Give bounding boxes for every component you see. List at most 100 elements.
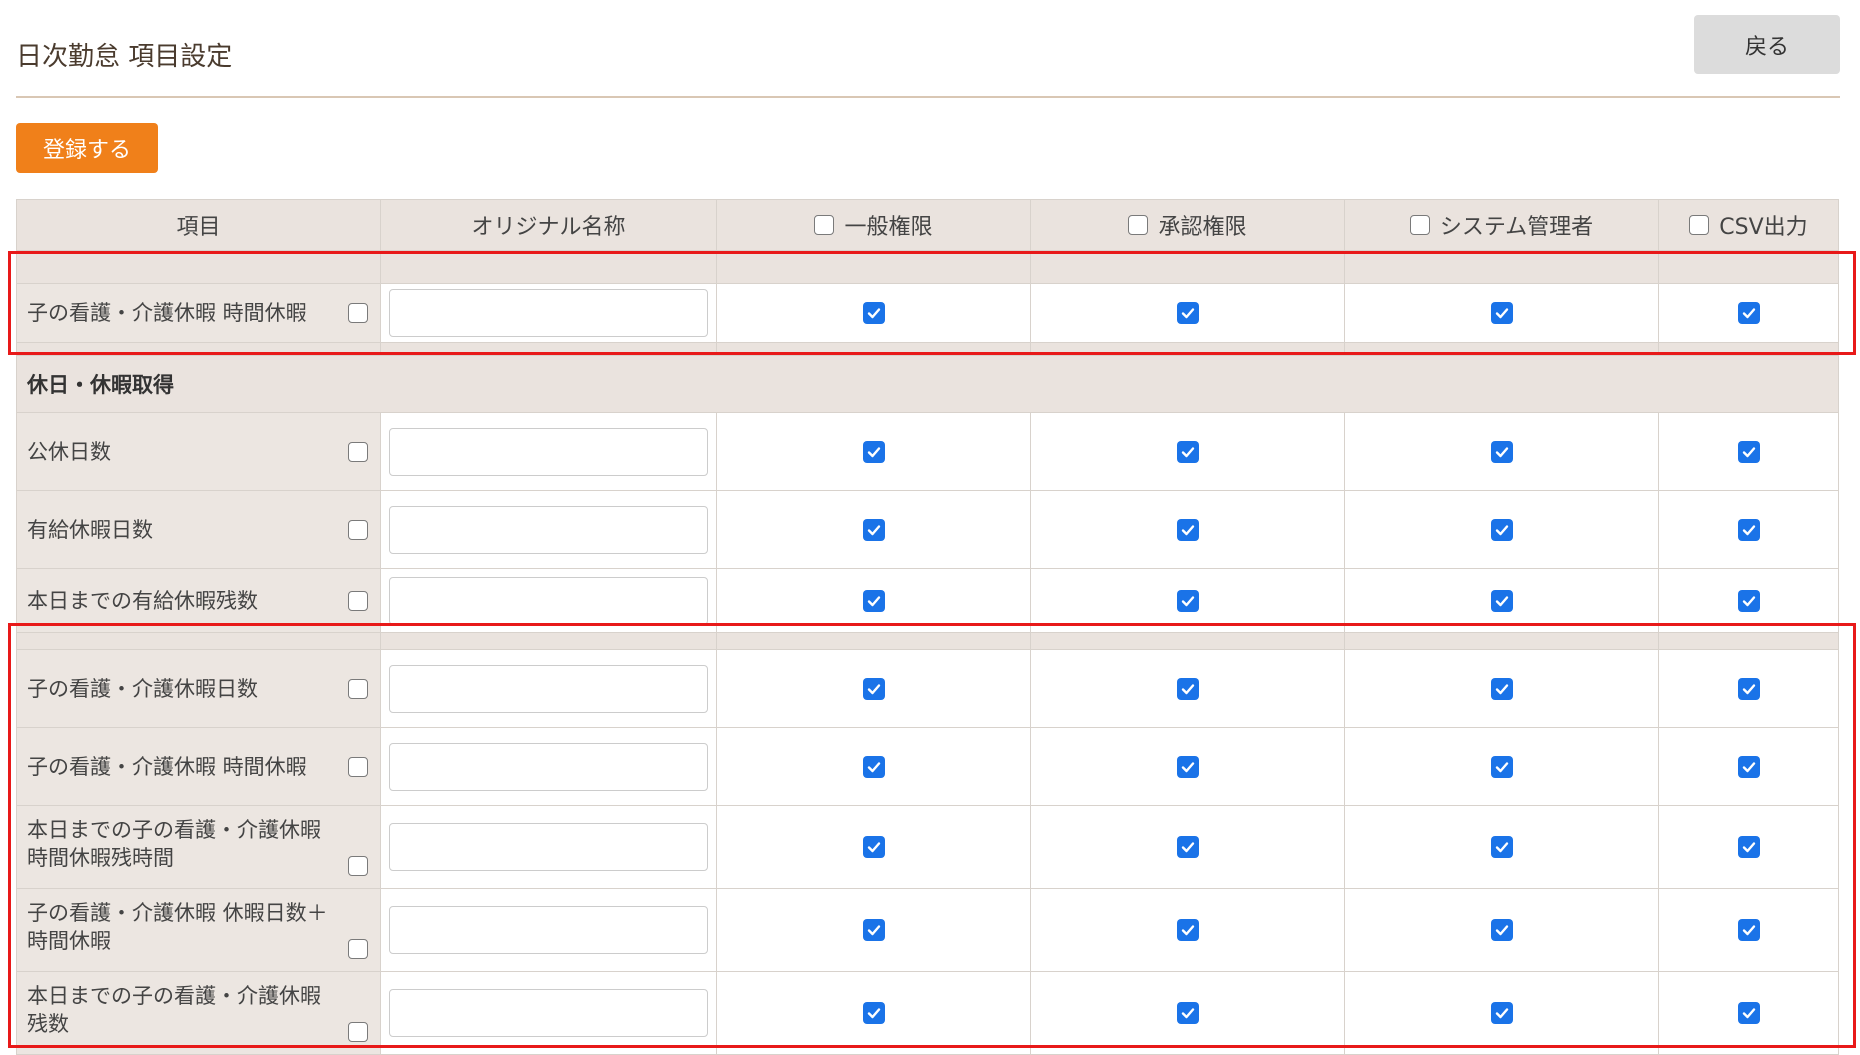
approval-checkbox[interactable] (1176, 440, 1199, 463)
table-row: 子の看護・介護休暇 時間休暇 (16, 728, 1839, 806)
original-name-input[interactable] (389, 664, 708, 713)
system-admin-checkbox[interactable] (1490, 302, 1513, 324)
check-icon (1181, 1008, 1194, 1019)
check-icon (867, 925, 880, 936)
original-name-input[interactable] (389, 289, 708, 337)
item-checkbox[interactable] (348, 303, 368, 323)
item-checkbox[interactable] (348, 1022, 368, 1042)
select-all-approval-checkbox[interactable] (1128, 215, 1149, 235)
general-checkbox[interactable] (862, 518, 885, 541)
check-icon (867, 595, 880, 606)
csv-checkbox[interactable] (1737, 755, 1760, 778)
item-label: 本日までの子の看護・介護休暇 時間休暇残時間 (27, 818, 321, 870)
original-name-input[interactable] (389, 906, 708, 954)
system-admin-checkbox[interactable] (1490, 518, 1513, 541)
item-checkbox[interactable] (348, 590, 368, 611)
check-icon (1181, 595, 1194, 606)
system-admin-checkbox[interactable] (1490, 919, 1513, 941)
item-label: 有給休暇日数 (27, 517, 153, 542)
item-label: 本日までの有給休暇残数 (27, 588, 258, 613)
system-admin-checkbox[interactable] (1490, 440, 1513, 463)
csv-checkbox[interactable] (1737, 518, 1760, 541)
original-name-input[interactable] (389, 989, 708, 1037)
back-button[interactable]: 戻る (1694, 15, 1840, 74)
table-row: 本日までの子の看護・介護休暇 時間休暇残時間 (16, 806, 1839, 889)
section-rows: 公休日数 有給休暇日数 本日までの有給休暇残数 子の看護・介護休暇日数 子の看護… (16, 413, 1839, 1055)
general-checkbox[interactable] (862, 1002, 885, 1024)
general-checkbox[interactable] (862, 589, 885, 612)
check-icon (867, 683, 880, 694)
approval-checkbox[interactable] (1176, 755, 1199, 778)
register-button[interactable]: 登録する (16, 123, 158, 173)
item-label: 子の看護・介護休暇 時間休暇 (27, 754, 307, 779)
item-checkbox[interactable] (348, 678, 368, 699)
csv-checkbox[interactable] (1737, 677, 1760, 700)
approval-checkbox[interactable] (1176, 677, 1199, 700)
check-icon (867, 308, 880, 319)
system-admin-checkbox[interactable] (1490, 755, 1513, 778)
general-checkbox[interactable] (862, 302, 885, 324)
check-icon (1495, 1008, 1508, 1019)
check-icon (1495, 308, 1508, 319)
check-icon (1742, 1008, 1755, 1019)
check-icon (1495, 683, 1508, 694)
check-icon (1742, 925, 1755, 936)
select-all-system-admin-checkbox[interactable] (1409, 215, 1430, 235)
csv-checkbox[interactable] (1737, 302, 1760, 324)
csv-checkbox[interactable] (1737, 440, 1760, 463)
original-name-input[interactable] (389, 427, 708, 476)
table-spacer-row (16, 251, 1839, 284)
check-icon (1495, 842, 1508, 853)
approval-checkbox[interactable] (1176, 836, 1199, 858)
header-original-name: オリジナル名称 (380, 200, 716, 250)
header-divider (16, 96, 1840, 98)
item-checkbox[interactable] (348, 519, 368, 540)
item-checkbox[interactable] (348, 441, 368, 462)
table-row: 子の看護・介護休暇 休暇日数＋ 時間休暇 (16, 889, 1839, 972)
original-name-input[interactable] (389, 742, 708, 791)
approval-checkbox[interactable] (1176, 589, 1199, 612)
csv-checkbox[interactable] (1737, 589, 1760, 612)
check-icon (1742, 308, 1755, 319)
table-row: 子の看護・介護休暇 時間休暇 (16, 284, 1839, 343)
header-system-admin: システム管理者 (1344, 200, 1658, 250)
item-label: 子の看護・介護休暇日数 (27, 676, 258, 701)
check-icon (867, 446, 880, 457)
check-icon (1495, 925, 1508, 936)
table-spacer-row (16, 633, 1839, 650)
original-name-input[interactable] (389, 576, 708, 625)
general-checkbox[interactable] (862, 677, 885, 700)
system-admin-checkbox[interactable] (1490, 677, 1513, 700)
csv-checkbox[interactable] (1737, 919, 1760, 941)
approval-checkbox[interactable] (1176, 919, 1199, 941)
system-admin-checkbox[interactable] (1490, 836, 1513, 858)
general-checkbox[interactable] (862, 836, 885, 858)
original-name-input[interactable] (389, 823, 708, 871)
system-admin-checkbox[interactable] (1490, 1002, 1513, 1024)
item-label: 子の看護・介護休暇 休暇日数＋ 時間休暇 (27, 901, 328, 953)
approval-checkbox[interactable] (1176, 518, 1199, 541)
general-checkbox[interactable] (862, 919, 885, 941)
item-label: 公休日数 (27, 439, 111, 464)
csv-checkbox[interactable] (1737, 1002, 1760, 1024)
general-checkbox[interactable] (862, 440, 885, 463)
item-checkbox[interactable] (348, 856, 368, 876)
select-all-general-checkbox[interactable] (814, 215, 835, 235)
table-row: 本日までの有給休暇残数 (16, 569, 1839, 633)
system-admin-checkbox[interactable] (1490, 589, 1513, 612)
table-row: 公休日数 (16, 413, 1839, 491)
item-checkbox[interactable] (348, 939, 368, 959)
check-icon (1495, 446, 1508, 457)
approval-checkbox[interactable] (1176, 1002, 1199, 1024)
check-icon (867, 1008, 880, 1019)
csv-checkbox[interactable] (1737, 836, 1760, 858)
item-label: 子の看護・介護休暇 時間休暇 (27, 301, 307, 325)
check-icon (867, 524, 880, 535)
item-checkbox[interactable] (348, 756, 368, 777)
approval-checkbox[interactable] (1176, 302, 1199, 324)
table-row: 有給休暇日数 (16, 491, 1839, 569)
original-name-input[interactable] (389, 505, 708, 554)
general-checkbox[interactable] (862, 755, 885, 778)
select-all-csv-checkbox[interactable] (1689, 215, 1710, 235)
check-icon (1181, 842, 1194, 853)
